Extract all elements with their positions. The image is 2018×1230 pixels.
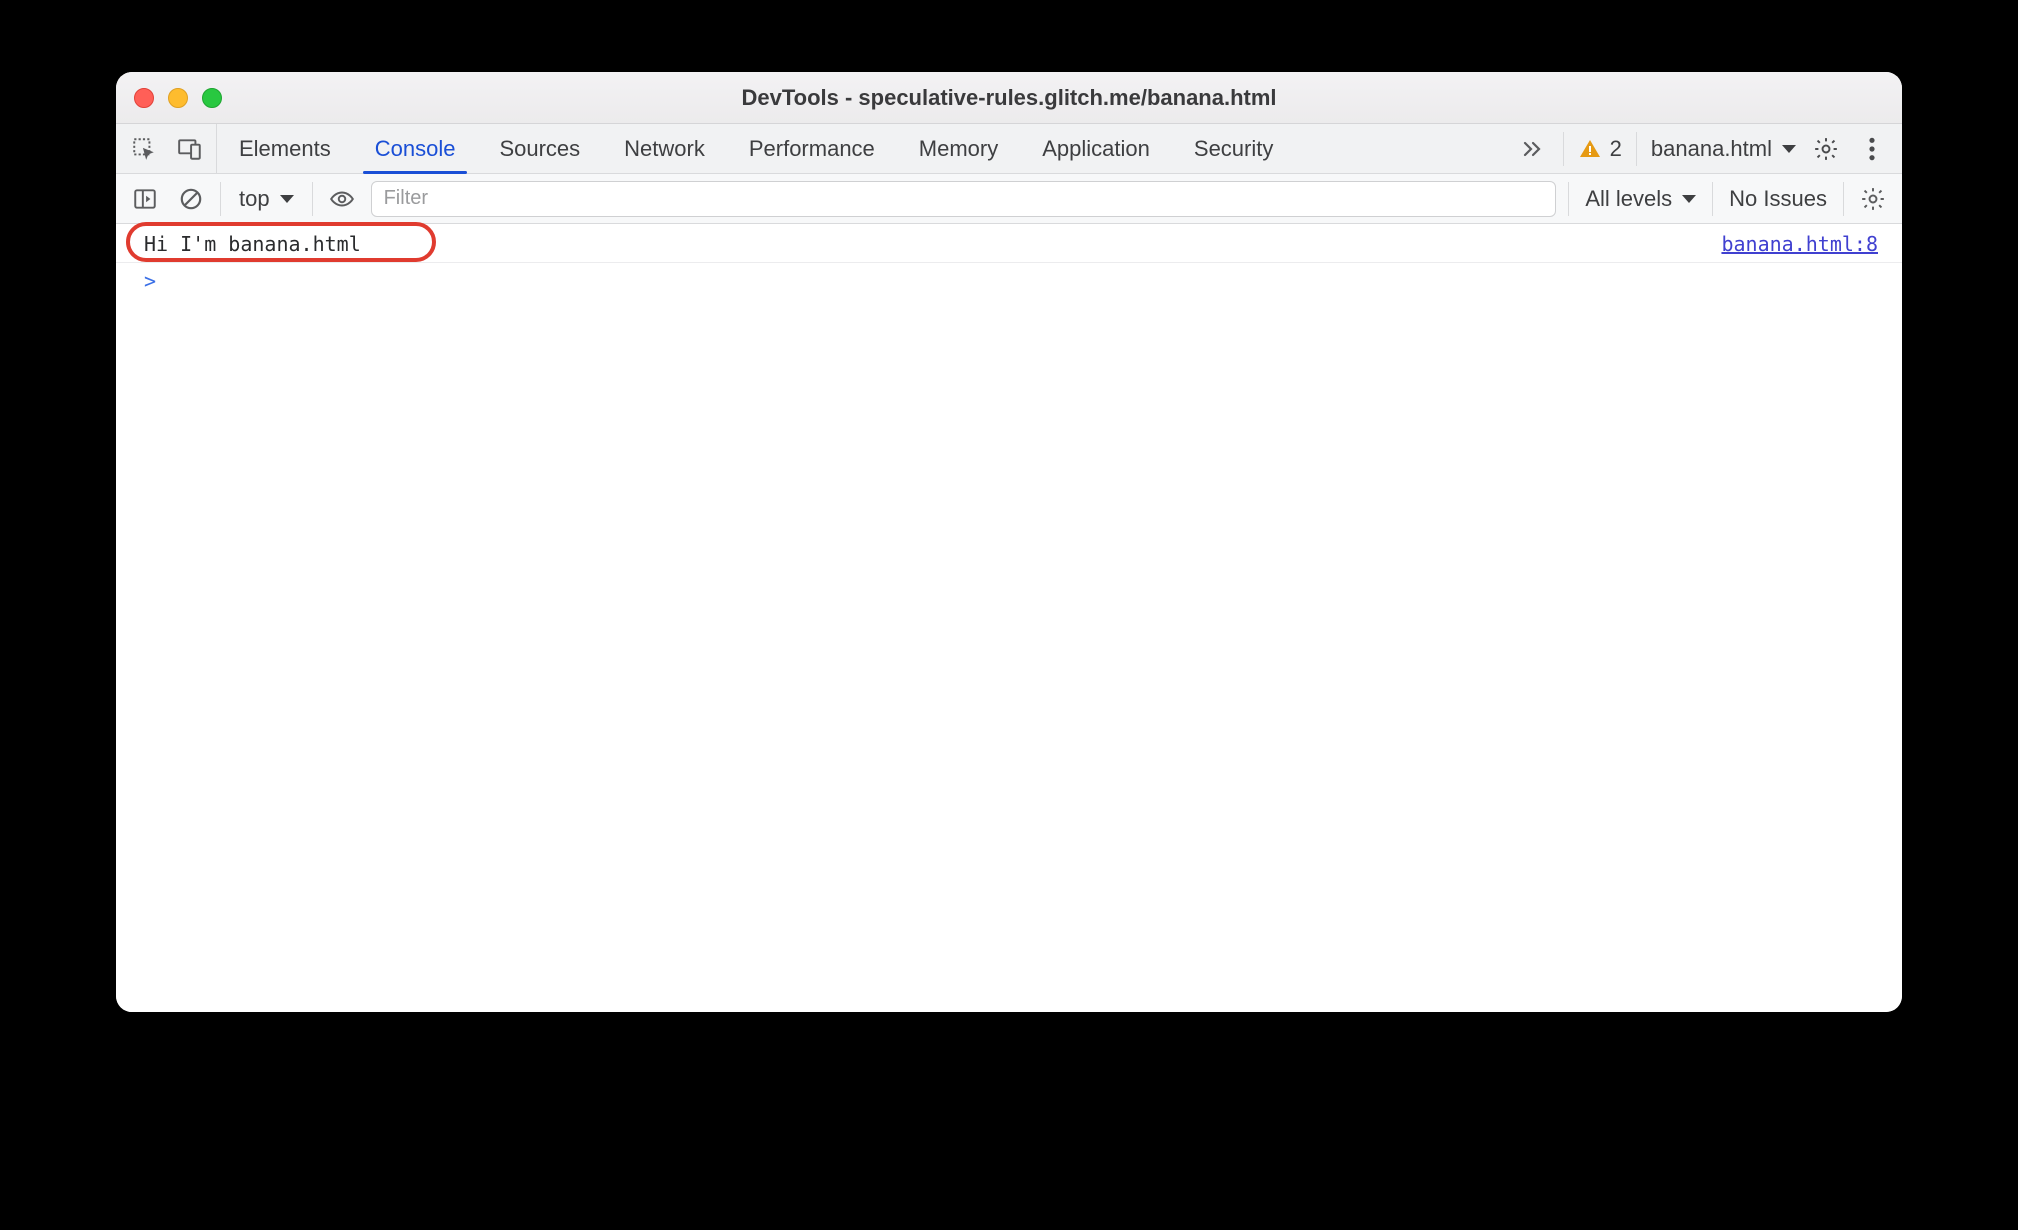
log-levels-label: All levels [1585, 186, 1672, 212]
tabstrip-right-tools: 2 banana.html [1511, 124, 1902, 173]
tab-label: Security [1194, 136, 1273, 162]
tab-console[interactable]: Console [353, 124, 478, 173]
panel-tabstrip: Elements Console Sources Network Perform… [116, 124, 1902, 174]
separator [312, 182, 313, 216]
source-link[interactable]: banana.html:8 [1721, 232, 1878, 256]
separator [1843, 182, 1844, 216]
warning-icon [1578, 137, 1602, 161]
console-toolbar: top All levels No Issues [116, 174, 1902, 224]
separator [1568, 182, 1569, 216]
toggle-sidebar-icon[interactable] [128, 182, 162, 216]
separator [1712, 182, 1713, 216]
filter-input[interactable] [371, 181, 1557, 217]
chevron-down-icon [1682, 195, 1696, 203]
window-controls [134, 72, 222, 123]
console-prompt-row[interactable]: > [116, 263, 1902, 299]
zoom-window-button[interactable] [202, 88, 222, 108]
clear-console-icon[interactable] [174, 182, 208, 216]
tabstrip-left-tools [116, 124, 217, 173]
devtools-window: DevTools - speculative-rules.glitch.me/b… [116, 72, 1902, 1012]
tab-application[interactable]: Application [1020, 124, 1172, 173]
close-window-button[interactable] [134, 88, 154, 108]
chevron-down-icon [280, 195, 294, 203]
tab-label: Performance [749, 136, 875, 162]
tab-security[interactable]: Security [1172, 124, 1295, 173]
settings-icon[interactable] [1810, 133, 1842, 165]
window-title: DevTools - speculative-rules.glitch.me/b… [116, 85, 1902, 111]
console-log-row[interactable]: Hi I'm banana.html banana.html:8 [116, 224, 1902, 263]
minimize-window-button[interactable] [168, 88, 188, 108]
execution-context-label: top [239, 186, 270, 212]
prompt-caret-icon: > [144, 269, 156, 293]
live-expression-icon[interactable] [325, 182, 359, 216]
tab-elements[interactable]: Elements [217, 124, 353, 173]
log-levels-selector[interactable]: All levels [1581, 186, 1700, 212]
tab-performance[interactable]: Performance [727, 124, 897, 173]
chevron-down-icon [1782, 145, 1796, 153]
console-body: Hi I'm banana.html banana.html:8 > [116, 224, 1902, 1012]
console-settings-icon[interactable] [1856, 182, 1890, 216]
separator [1563, 132, 1564, 166]
tab-memory[interactable]: Memory [897, 124, 1020, 173]
tab-sources[interactable]: Sources [477, 124, 602, 173]
panel-tabs: Elements Console Sources Network Perform… [217, 124, 1295, 173]
issues-label: No Issues [1729, 186, 1827, 211]
tab-label: Application [1042, 136, 1150, 162]
tab-label: Memory [919, 136, 998, 162]
tab-label: Elements [239, 136, 331, 162]
warnings-indicator[interactable]: 2 [1578, 136, 1622, 162]
separator [1636, 132, 1637, 166]
more-options-icon[interactable] [1856, 133, 1888, 165]
target-context-selector[interactable]: banana.html [1651, 136, 1796, 162]
issues-indicator[interactable]: No Issues [1725, 186, 1831, 212]
warning-count: 2 [1610, 136, 1622, 162]
tab-label: Sources [499, 136, 580, 162]
log-text: Hi I'm banana.html [144, 232, 361, 256]
tab-network[interactable]: Network [602, 124, 727, 173]
tab-label: Network [624, 136, 705, 162]
console-log-message: Hi I'm banana.html [144, 232, 361, 256]
more-tabs-icon[interactable] [1517, 133, 1549, 165]
inspect-element-icon[interactable] [128, 133, 160, 165]
target-context-label: banana.html [1651, 136, 1772, 162]
titlebar: DevTools - speculative-rules.glitch.me/b… [116, 72, 1902, 124]
tab-label: Console [375, 136, 456, 162]
separator [220, 182, 221, 216]
device-toolbar-icon[interactable] [174, 133, 206, 165]
execution-context-selector[interactable]: top [233, 186, 300, 212]
